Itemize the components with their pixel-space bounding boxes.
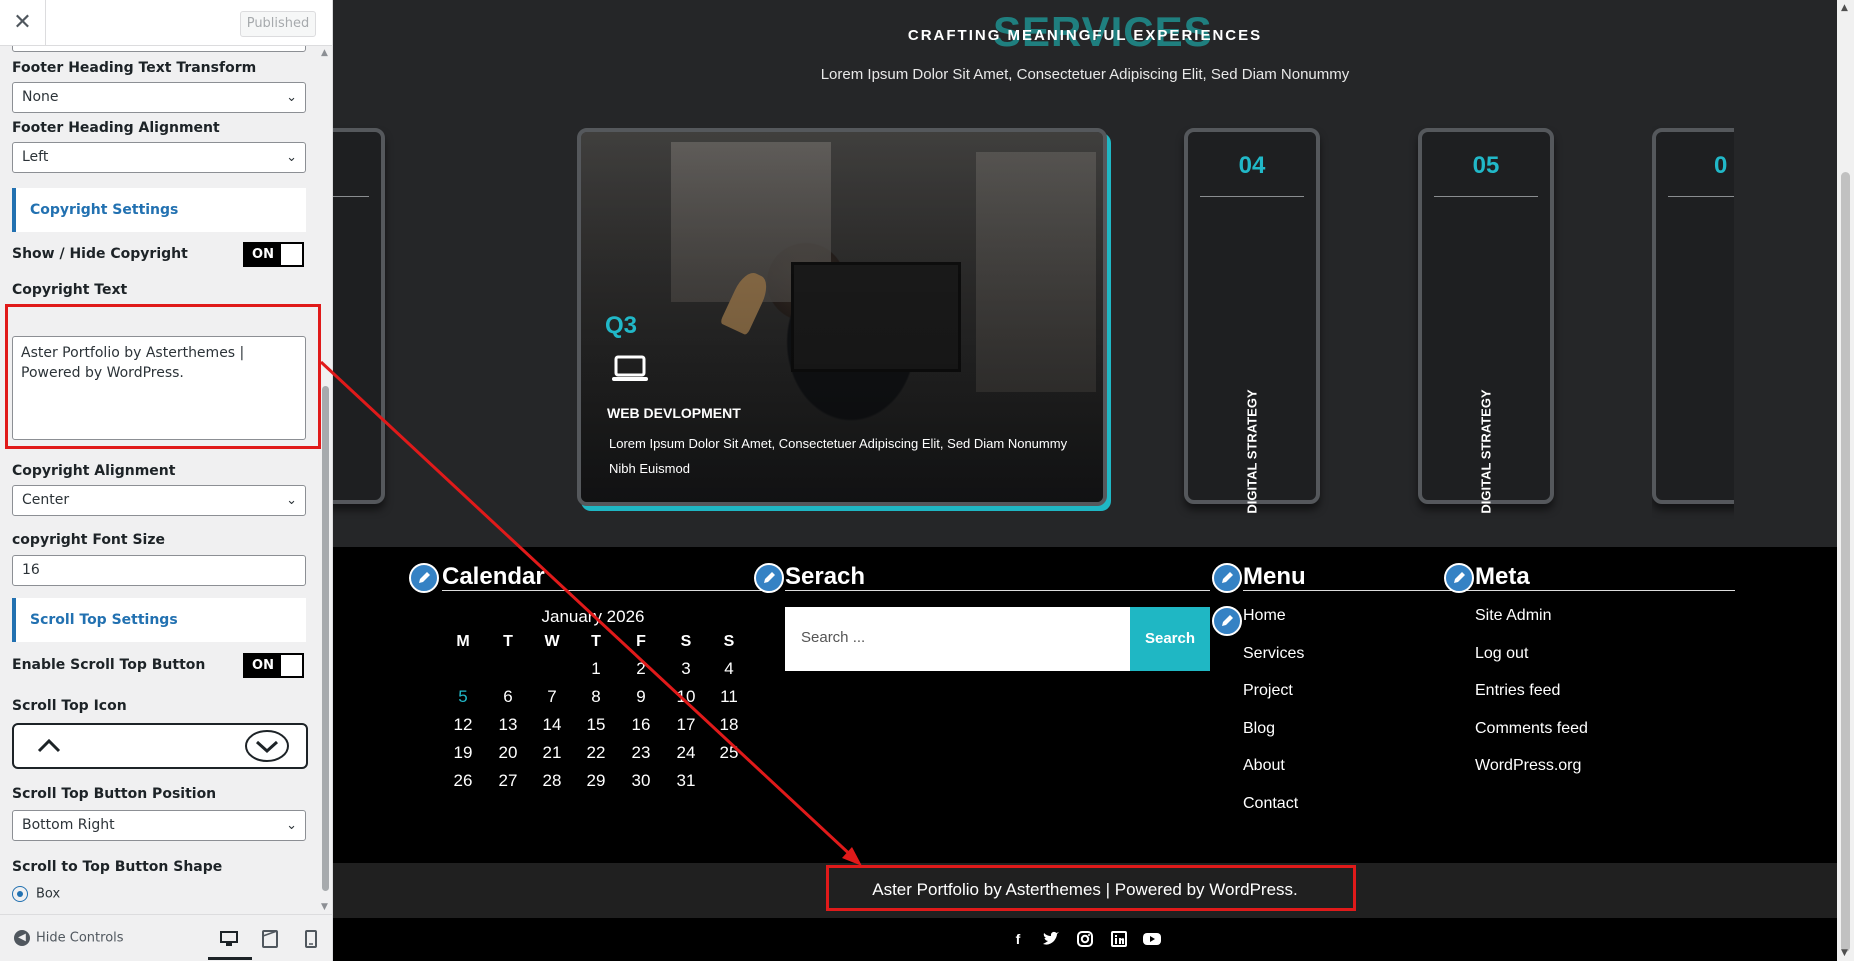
annotation-arrow: [319, 360, 862, 866]
